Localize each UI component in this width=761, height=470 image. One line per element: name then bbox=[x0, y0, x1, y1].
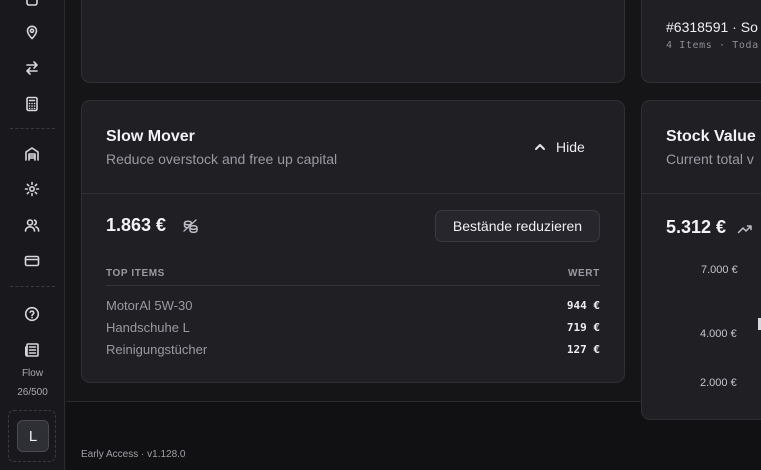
newspaper-icon[interactable] bbox=[22, 340, 42, 360]
warehouse-icon[interactable] bbox=[22, 144, 42, 164]
gear-icon[interactable] bbox=[22, 179, 42, 199]
y-axis-tick: 7.000 € bbox=[701, 264, 738, 276]
table-row-value: 719 € bbox=[566, 321, 600, 334]
map-pin-icon[interactable] bbox=[22, 22, 42, 42]
flow-label: Flow bbox=[21, 368, 44, 379]
table-row-name: Handschuhe L bbox=[106, 320, 190, 335]
version-label: Early Access · v1.128.0 bbox=[81, 449, 186, 460]
top-left-card bbox=[81, 0, 625, 83]
hide-button-label: Hide bbox=[556, 139, 585, 155]
table-row-name: Reinigungstücher bbox=[106, 342, 208, 357]
credit-card-icon[interactable] bbox=[22, 251, 42, 271]
column-header-value: WERT bbox=[568, 268, 600, 279]
slow-mover-value: 1.863 € bbox=[106, 215, 167, 235]
avatar[interactable]: L bbox=[17, 420, 49, 452]
sidebar: Flow 26/500 L bbox=[0, 0, 65, 470]
chevron-up-icon bbox=[535, 144, 545, 150]
stock-value-subtitle: Current total v bbox=[666, 151, 754, 167]
column-header-items: TOP ITEMS bbox=[106, 268, 165, 279]
users-icon[interactable] bbox=[22, 215, 42, 235]
stock-value-card bbox=[641, 100, 761, 420]
y-axis-tick: 2.000 € bbox=[700, 377, 737, 389]
sidebar-separator bbox=[10, 286, 55, 287]
y-axis-tick: 4.000 € bbox=[700, 328, 737, 340]
reduce-stock-button[interactable]: Bestände reduzieren bbox=[435, 210, 600, 242]
divider bbox=[82, 193, 624, 194]
table-divider bbox=[106, 285, 600, 286]
order-title[interactable]: #6318591 · So bbox=[666, 19, 758, 35]
stock-value-amount: 5.312 € bbox=[666, 217, 727, 237]
table-row-name: MotorAl 5W-30 bbox=[106, 298, 193, 313]
flow-count: 26/500 bbox=[17, 387, 48, 398]
table-row-value: 944 € bbox=[566, 299, 600, 312]
stock-value-title: Stock Value bbox=[666, 128, 756, 145]
transfer-icon[interactable] bbox=[22, 58, 42, 78]
slow-mover-subtitle: Reduce overstock and free up capital bbox=[106, 151, 338, 167]
slow-mover-title: Slow Mover bbox=[106, 128, 195, 145]
user-menu: L bbox=[8, 410, 56, 462]
box-icon[interactable] bbox=[22, 0, 42, 10]
trending-up-icon bbox=[737, 221, 753, 237]
divider bbox=[642, 193, 761, 194]
order-subtitle: 4 Items · Toda bbox=[666, 40, 759, 51]
sidebar-separator bbox=[10, 128, 55, 129]
calculator-icon[interactable] bbox=[22, 94, 42, 114]
table-row-value: 127 € bbox=[566, 343, 600, 356]
help-icon[interactable] bbox=[22, 304, 42, 324]
coins-icon bbox=[182, 218, 198, 234]
hide-button[interactable]: Hide bbox=[524, 133, 604, 161]
